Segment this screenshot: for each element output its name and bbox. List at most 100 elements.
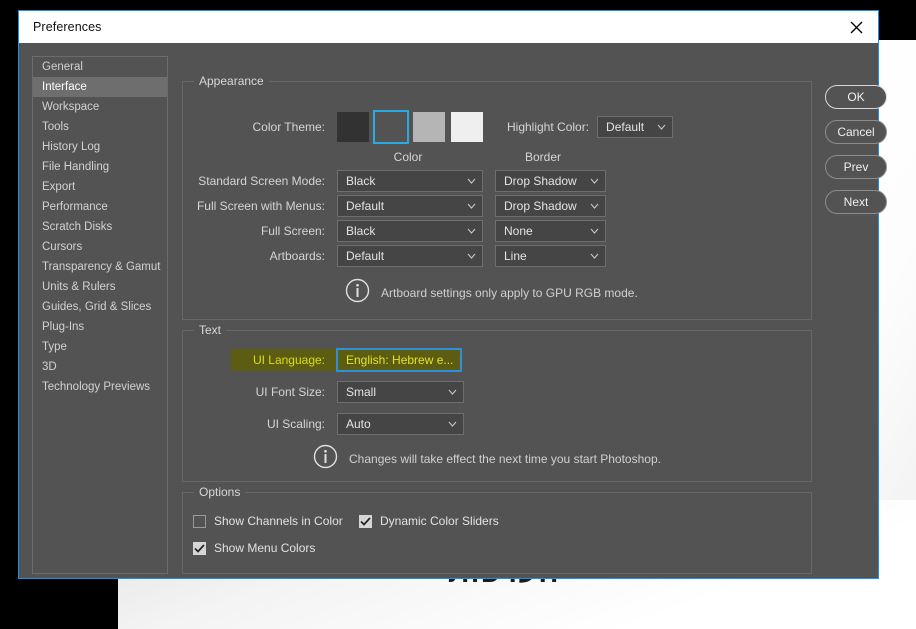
full-screen-with-menus-color-value: Default bbox=[346, 199, 385, 213]
full-screen-with-menus-border-value: Drop Shadow bbox=[504, 199, 577, 213]
full-screen-with-menus-border-dropdown[interactable]: Drop Shadow bbox=[495, 195, 606, 217]
standard-screen-mode-color-value: Black bbox=[346, 174, 376, 188]
sidebar-item-tools[interactable]: Tools bbox=[33, 117, 167, 137]
sidebar-item-history-log[interactable]: History Log bbox=[33, 137, 167, 157]
chevron-down-icon bbox=[459, 357, 460, 363]
sidebar-item-scratch-disks[interactable]: Scratch Disks bbox=[33, 217, 167, 237]
restart-note: Changes will take effect the next time y… bbox=[313, 444, 661, 474]
text-group: Text UI Language: English: Hebrew e... U… bbox=[182, 323, 812, 482]
next-button[interactable]: Next bbox=[825, 190, 887, 214]
chevron-down-icon bbox=[448, 421, 457, 427]
full-screen-with-menus-label: Full Screen with Menus: bbox=[196, 199, 325, 213]
checkbox-box[interactable] bbox=[193, 514, 206, 528]
full-screen-border-dropdown[interactable]: None bbox=[495, 220, 606, 242]
ok-button[interactable]: OK bbox=[825, 85, 887, 109]
chevron-down-icon bbox=[590, 203, 599, 209]
sidebar-item-export[interactable]: Export bbox=[33, 177, 167, 197]
restart-note-text: Changes will take effect the next time y… bbox=[349, 452, 661, 466]
sidebar-item-general[interactable]: General bbox=[33, 57, 167, 77]
full-screen-border-value: None bbox=[504, 224, 533, 238]
full-screen-color-value: Black bbox=[346, 224, 376, 238]
sidebar-item-guides-grid-slices[interactable]: Guides, Grid & Slices bbox=[33, 297, 167, 317]
text-group-title: Text bbox=[194, 323, 227, 337]
swatch-theme-light[interactable] bbox=[413, 112, 445, 142]
sidebar-item-workspace[interactable]: Workspace bbox=[33, 97, 167, 117]
ui-language-row: UI Language: English: Hebrew e... bbox=[192, 349, 461, 371]
highlight-color-dropdown[interactable]: Default bbox=[597, 116, 674, 138]
artboards-label: Artboards: bbox=[269, 249, 325, 263]
chevron-down-icon bbox=[467, 228, 476, 234]
chevron-down-icon bbox=[590, 253, 599, 259]
sidebar-item-type[interactable]: Type bbox=[33, 337, 167, 357]
screen: העדפות Preferences General Interface Wor… bbox=[0, 0, 916, 629]
full-screen-with-menus-color-dropdown[interactable]: Default bbox=[337, 195, 483, 217]
sidebar-item-3d[interactable]: 3D bbox=[33, 357, 167, 377]
sidebar-item-interface[interactable]: Interface bbox=[33, 77, 167, 97]
ui-language-label: UI Language: bbox=[252, 353, 325, 367]
chevron-down-icon bbox=[467, 253, 476, 259]
cancel-button[interactable]: Cancel bbox=[825, 120, 887, 144]
prev-button[interactable]: Prev bbox=[825, 155, 887, 179]
artboards-border-dropdown[interactable]: Line bbox=[495, 245, 606, 267]
chevron-down-icon bbox=[590, 228, 599, 234]
highlight-color-label: Highlight Color: bbox=[507, 120, 590, 134]
standard-screen-mode-border-dropdown[interactable]: Drop Shadow bbox=[495, 170, 606, 192]
appearance-group-title: Appearance bbox=[194, 74, 269, 88]
artboards-row: Artboards: Default Line bbox=[192, 245, 606, 267]
checkbox-box[interactable] bbox=[359, 514, 372, 528]
swatch-theme-darkest[interactable] bbox=[337, 112, 369, 142]
info-icon bbox=[313, 444, 338, 474]
sidebar-item-units-rulers[interactable]: Units & Rulers bbox=[33, 277, 167, 297]
options-group: Options Show Channels in Color Dynamic C… bbox=[182, 485, 812, 574]
show-channels-in-color-checkbox[interactable]: Show Channels in Color bbox=[193, 514, 343, 528]
chevron-down-icon bbox=[467, 203, 476, 209]
sidebar-item-cursors[interactable]: Cursors bbox=[33, 237, 167, 257]
ui-scaling-value: Auto bbox=[346, 417, 371, 431]
full-screen-color-dropdown[interactable]: Black bbox=[337, 220, 483, 242]
sidebar-item-technology-previews[interactable]: Technology Previews bbox=[33, 377, 167, 397]
artboards-color-value: Default bbox=[346, 249, 385, 263]
dynamic-color-sliders-checkbox[interactable]: Dynamic Color Sliders bbox=[359, 514, 499, 528]
ui-language-dropdown[interactable]: English: Hebrew e... bbox=[337, 349, 461, 371]
color-theme-label: Color Theme: bbox=[252, 120, 325, 134]
ui-font-size-value: Small bbox=[346, 385, 377, 399]
appearance-group: Appearance Color Theme: Highlight Color:… bbox=[182, 74, 812, 320]
standard-screen-mode-border-value: Drop Shadow bbox=[504, 174, 577, 188]
sidebar-item-transparency-gamut[interactable]: Transparency & Gamut bbox=[33, 257, 167, 277]
chevron-down-icon bbox=[467, 178, 476, 184]
sidebar-item-plug-ins[interactable]: Plug-Ins bbox=[33, 317, 167, 337]
column-header-color: Color bbox=[393, 150, 423, 164]
full-screen-with-menus-row: Full Screen with Menus: Default Drop Sha… bbox=[192, 195, 606, 217]
full-screen-row: Full Screen: Black None bbox=[192, 220, 606, 242]
sidebar-item-file-handling[interactable]: File Handling bbox=[33, 157, 167, 177]
swatch-theme-lightest[interactable] bbox=[451, 112, 483, 142]
standard-screen-mode-color-dropdown[interactable]: Black bbox=[337, 170, 483, 192]
info-icon bbox=[345, 278, 370, 308]
sidebar-item-performance[interactable]: Performance bbox=[33, 197, 167, 217]
preferences-category-list[interactable]: General Interface Workspace Tools Histor… bbox=[32, 56, 168, 574]
show-channels-in-color-label: Show Channels in Color bbox=[214, 514, 343, 528]
chevron-down-icon bbox=[657, 124, 666, 130]
standard-screen-mode-label: Standard Screen Mode: bbox=[198, 174, 325, 188]
color-theme-row: Color Theme: Highlight Color: Default bbox=[192, 110, 674, 144]
options-group-title: Options bbox=[194, 485, 246, 499]
ui-font-size-label: UI Font Size: bbox=[255, 385, 325, 399]
checkbox-box[interactable] bbox=[193, 541, 206, 555]
ui-language-value: English: Hebrew e... bbox=[346, 353, 454, 367]
show-menu-colors-checkbox[interactable]: Show Menu Colors bbox=[193, 541, 315, 555]
chevron-down-icon bbox=[590, 178, 599, 184]
dialog-titlebar: Preferences bbox=[19, 11, 878, 43]
chevron-down-icon bbox=[448, 389, 457, 395]
color-theme-swatches[interactable] bbox=[337, 110, 483, 144]
artboards-border-value: Line bbox=[504, 249, 527, 263]
swatch-theme-dark[interactable] bbox=[373, 110, 409, 144]
artboards-color-dropdown[interactable]: Default bbox=[337, 245, 483, 267]
ui-scaling-label: UI Scaling: bbox=[266, 417, 325, 431]
close-icon[interactable] bbox=[834, 12, 878, 43]
artboard-note: Artboard settings only apply to GPU RGB … bbox=[345, 278, 638, 308]
show-menu-colors-label: Show Menu Colors bbox=[214, 541, 316, 555]
ui-scaling-dropdown[interactable]: Auto bbox=[337, 413, 464, 435]
highlight-color-value: Default bbox=[606, 120, 645, 134]
ui-font-size-dropdown[interactable]: Small bbox=[337, 381, 464, 403]
ui-scaling-row: UI Scaling: Auto bbox=[192, 413, 464, 435]
